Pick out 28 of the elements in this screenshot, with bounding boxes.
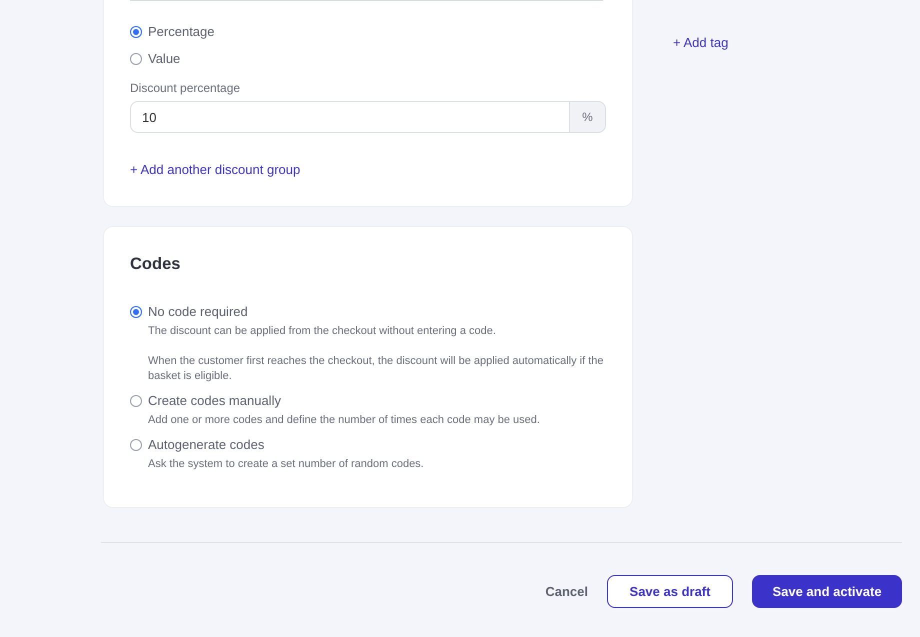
save-draft-button[interactable]: Save as draft (607, 575, 733, 608)
input-field[interactable]: 10 (130, 101, 569, 133)
radio-label: Autogenerate codes (148, 437, 264, 452)
radio-button[interactable] (130, 438, 142, 450)
field-label: Discount percentage (130, 81, 242, 95)
add-group-link[interactable]: + Add another discount group (130, 162, 300, 177)
radio-option[interactable]: No code required (130, 304, 606, 319)
section-title: Codes (130, 255, 182, 274)
radio-button[interactable] (130, 52, 142, 64)
radio-option[interactable]: Value (130, 51, 606, 66)
option-description: Ask the system to create a set number of random codes. (148, 457, 425, 472)
add-tag-link[interactable]: + Add tag (673, 35, 728, 50)
option-description: When the customer first reaches the checkout, the discount will be applied automatically if the basket is eligible. (148, 354, 605, 384)
option-description: Add one or more codes and define the number of times each code may be used. (148, 413, 541, 428)
cancel-button[interactable]: Cancel (545, 575, 588, 608)
save-activate-button[interactable]: Save and activate (752, 575, 902, 608)
radio-option[interactable]: Percentage (130, 24, 606, 39)
radio-label: No code required (148, 304, 248, 319)
radio-button[interactable] (130, 306, 142, 318)
radio-label: Value (148, 51, 180, 66)
radio-option[interactable]: Autogenerate codes (130, 437, 606, 452)
radio-option[interactable]: Create codes manually (130, 393, 606, 408)
radio-label: Percentage (148, 24, 214, 39)
radio-button[interactable] (130, 394, 142, 406)
option-description: The discount can be applied from the checkout without entering a code. (148, 324, 497, 339)
radio-label: Create codes manually (148, 393, 281, 408)
unit-label: % (569, 101, 606, 133)
radio-button[interactable] (130, 26, 142, 38)
